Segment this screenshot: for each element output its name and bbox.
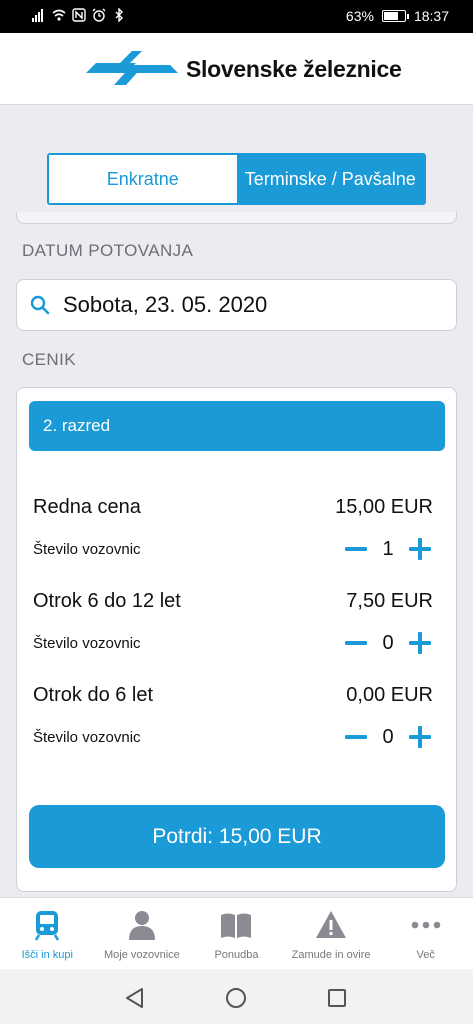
book-icon [221, 913, 252, 938]
nav-item-moje-vozovnice[interactable]: Moje vozovnice [95, 898, 190, 969]
minus-button[interactable] [343, 536, 369, 562]
battery-percent: 63% [345, 8, 374, 24]
battery-icon [381, 10, 409, 22]
nav-label: Več [416, 949, 435, 961]
wifi-icon [52, 9, 66, 21]
ticket-type-tabs: Enkratne Terminske / Pavšalne [47, 153, 426, 205]
quantity-row: Število vozovnic 0 [33, 630, 433, 656]
date-section-label: DATUM POTOVANJA [22, 241, 194, 260]
fare-name: Redna cena [33, 496, 141, 518]
bottom-nav: Išči in kupi Moje vozovnice Ponudba Zamu… [0, 897, 473, 969]
quantity-value: 0 [382, 725, 394, 748]
class-selector[interactable]: 2. razred [29, 401, 445, 451]
pricing-section-label: CENIK [22, 350, 76, 369]
fare-name: Otrok 6 do 12 let [33, 590, 181, 612]
plus-button[interactable] [407, 536, 433, 562]
quantity-stepper: 0 [343, 724, 433, 750]
fare-name: Otrok do 6 let [33, 684, 154, 706]
app-header: Slovenske železnice [0, 33, 473, 105]
quantity-value: 0 [382, 631, 394, 654]
quantity-label: Število vozovnic [33, 728, 141, 746]
back-icon[interactable] [124, 987, 146, 1009]
tab-terminske-pavsalne[interactable]: Terminske / Pavšalne [236, 155, 424, 203]
confirm-button[interactable]: Potrdi: 15,00 EUR [29, 805, 445, 868]
home-icon[interactable] [225, 987, 247, 1009]
status-icons-right: 63% 18:37 [346, 8, 449, 24]
nav-item-ponudba[interactable]: Ponudba [189, 898, 284, 969]
nav-label: Zamude in ovire [291, 949, 371, 961]
sz-logo-icon [86, 51, 178, 85]
brand-name: Slovenske železnice [186, 56, 402, 82]
status-bar: 63% 18:37 [0, 0, 473, 33]
card-edge-divider [16, 212, 457, 224]
nfc-icon [72, 8, 86, 22]
nav-label: Išči in kupi [21, 949, 73, 961]
fare-price: 7,50 EUR [346, 590, 433, 612]
nav-item-zamude-in-ovire[interactable]: Zamude in ovire [284, 898, 379, 969]
quantity-stepper: 1 [343, 536, 433, 562]
fare-price: 15,00 EUR [335, 496, 433, 518]
tab-enkratne[interactable]: Enkratne [49, 155, 237, 203]
minus-button[interactable] [343, 630, 369, 656]
date-field[interactable]: Sobota, 23. 05. 2020 [16, 279, 457, 331]
nav-label: Moje vozovnice [103, 949, 180, 961]
user-icon [128, 911, 155, 940]
recents-icon[interactable] [326, 987, 348, 1009]
clock: 18:37 [413, 8, 449, 24]
quantity-row: Število vozovnic 1 [33, 536, 433, 562]
signal-icon [32, 9, 43, 22]
quantity-label: Število vozovnic [33, 540, 141, 558]
search-icon [30, 295, 50, 315]
system-nav-bar [0, 969, 473, 1024]
price-row: Otrok 6 do 12 let 7,50 EUR [33, 590, 433, 613]
price-row: Otrok do 6 let 0,00 EUR [33, 684, 433, 707]
quantity-row: Število vozovnic 0 [33, 724, 433, 750]
plus-button[interactable] [407, 630, 433, 656]
status-icons-left [32, 8, 126, 22]
fare-price: 0,00 EUR [346, 684, 433, 706]
alarm-icon [92, 8, 106, 22]
bluetooth-icon [115, 8, 123, 22]
nav-label: Ponudba [214, 949, 259, 961]
nav-item-isci-in-kupi[interactable]: Išči in kupi [0, 898, 95, 969]
nav-item-vec[interactable]: Več [378, 898, 473, 969]
plus-button[interactable] [407, 724, 433, 750]
train-icon [35, 911, 60, 941]
price-card: 2. razred Redna cena 15,00 EUR Število v… [16, 387, 457, 892]
quantity-stepper: 0 [343, 630, 433, 656]
more-icon [411, 921, 440, 929]
date-value: Sobota, 23. 05. 2020 [63, 292, 268, 317]
minus-button[interactable] [343, 724, 369, 750]
price-row: Redna cena 15,00 EUR [33, 496, 433, 519]
quantity-value: 1 [382, 537, 394, 560]
warning-icon [316, 911, 347, 938]
quantity-label: Število vozovnic [33, 634, 141, 652]
